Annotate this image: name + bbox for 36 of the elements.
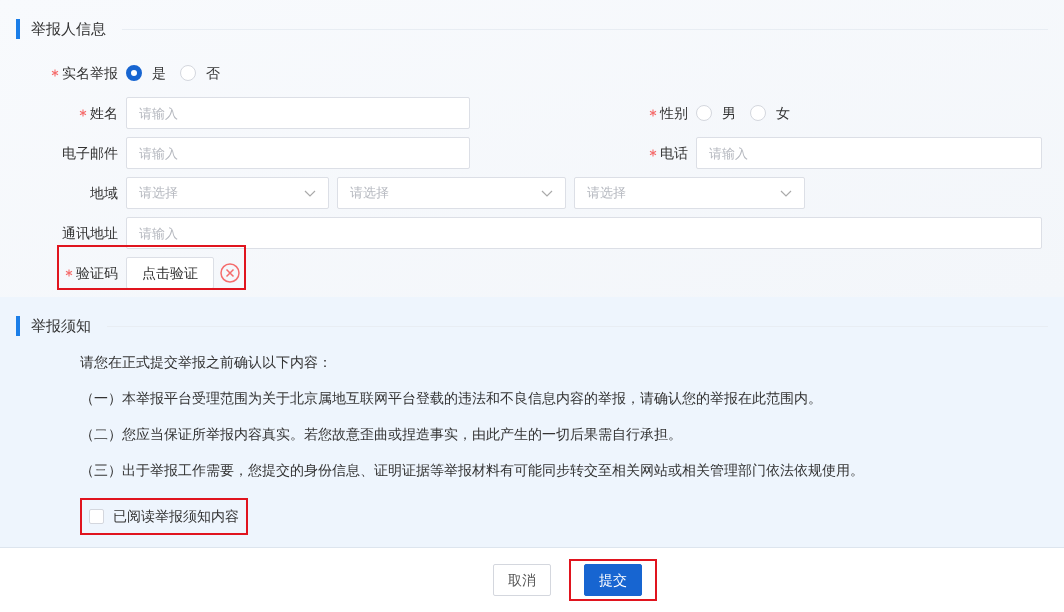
required-asterisk-icon: [649, 109, 657, 117]
required-asterisk-icon: [649, 149, 657, 157]
text-input[interactable]: 请输入: [126, 137, 470, 169]
field-label: 电子邮件: [62, 143, 118, 163]
field-label: 验证码: [76, 263, 118, 283]
radio-label: 是: [152, 63, 166, 83]
chevron-down-icon: [304, 189, 316, 197]
text-input[interactable]: 请输入: [696, 137, 1042, 169]
radio-button[interactable]: [126, 65, 142, 81]
field-label: 姓名: [90, 103, 118, 123]
text-input[interactable]: 请输入: [126, 217, 1042, 249]
radio-label: 否: [206, 63, 220, 83]
notice-item: （二）您应当保证所举报内容真实。若您故意歪曲或捏造事实，由此产生的一切后果需自行承担。: [80, 426, 683, 444]
notice-intro: 请您在正式提交举报之前确认以下内容：: [80, 353, 333, 372]
required-asterisk-icon: [65, 269, 73, 277]
required-asterisk-icon: [79, 109, 87, 117]
notice-item: （一）本举报平台受理范围为关于北京属地互联网平台登载的违法和不良信息内容的举报，请确认您的举报在此范围内。: [80, 390, 823, 408]
field-label: 地域: [90, 183, 118, 203]
field-label: 电话: [660, 143, 688, 163]
footer-button[interactable]: 取消: [492, 564, 551, 596]
checkbox-label: 已阅读举报须知内容: [113, 507, 239, 526]
required-asterisk-icon: [51, 69, 59, 77]
radio-label: 男: [722, 103, 736, 123]
chevron-down-icon: [780, 189, 792, 197]
chevron-down-icon: [541, 189, 553, 197]
notice-item: （三）出于举报工作需要，您提交的身份信息、证明证据等举报材料有可能同步转交至相关网站或相关管理部门依法依规使用。: [80, 462, 865, 480]
field-label: 性别: [660, 103, 688, 123]
field-label: 实名举报: [62, 63, 118, 83]
checkbox[interactable]: [89, 509, 104, 524]
section-title: 举报人信息: [31, 18, 106, 39]
radio-label: 女: [776, 103, 790, 123]
section-title: 举报须知: [31, 315, 91, 336]
verify-button[interactable]: 点击验证: [126, 257, 214, 289]
text-input[interactable]: 请输入: [126, 97, 470, 129]
footer-button[interactable]: 提交: [583, 564, 642, 596]
field-label: 通讯地址: [62, 223, 118, 243]
